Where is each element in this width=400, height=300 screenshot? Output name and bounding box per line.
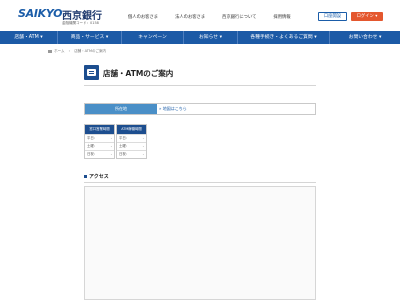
address-label: 所在地 <box>85 104 157 114</box>
atm-hours-table: ATM稼働時間 平日： - 土曜： - 日祝： - <box>116 124 147 159</box>
topnav-corporate[interactable]: 法人のお客さま <box>175 14 205 20</box>
nav-products[interactable]: 商品・サービス ▾ <box>58 31 122 44</box>
breadcrumb: ホーム › 店舗・ATMのご案内 <box>48 49 106 54</box>
bank-logo[interactable]: SAIKYO 西京銀行 金融機関コード：0158 <box>18 7 102 29</box>
logo-latin: SAIKYO <box>18 7 63 20</box>
nav-campaign[interactable]: キャンペーン <box>122 31 184 44</box>
topnav-personal[interactable]: 個人のお客さま <box>128 14 158 20</box>
breadcrumb-separator: › <box>68 49 71 53</box>
map-link[interactable]: » 地図はこちら <box>157 104 315 114</box>
counter-hours-heading: 窓口営業時間 <box>85 125 114 134</box>
logo-japanese: 西京銀行 <box>62 11 102 22</box>
access-heading: アクセス <box>84 173 109 180</box>
table-row: 土曜： - <box>85 142 114 148</box>
address-table: 所在地 » 地図はこちら <box>84 103 316 115</box>
open-account-button[interactable]: 口座開設 <box>318 12 347 21</box>
table-row: 平日： - <box>85 134 114 140</box>
table-row: 日祝： - <box>117 150 146 156</box>
atm-hours-heading: ATM稼働時間 <box>117 125 146 134</box>
store-icon <box>84 65 99 80</box>
table-row: 土曜： - <box>117 142 146 148</box>
access-heading-text: アクセス <box>89 174 109 180</box>
top-navigation: 個人のお客さま 法人のお客さま 西京銀行について 採用情報 <box>128 14 308 20</box>
table-row: 平日： - <box>117 134 146 140</box>
counter-hours-table: 窓口営業時間 平日： - 土曜： - 日祝： - <box>84 124 115 159</box>
page-title: 店舗・ATMのご案内 <box>103 69 174 78</box>
access-map[interactable] <box>84 186 316 300</box>
nav-contact[interactable]: お問い合わせ ▾ <box>330 31 400 44</box>
nav-news[interactable]: お知らせ ▾ <box>184 31 238 44</box>
breadcrumb-home[interactable]: ホーム <box>54 49 64 53</box>
bank-code: 金融機関コード：0158 <box>62 21 99 25</box>
table-row: 日祝： - <box>85 150 114 156</box>
login-button[interactable]: ログイン ▾ <box>351 12 383 21</box>
nav-procedures-faq[interactable]: 各種手続き・よくあるご質問 ▾ <box>238 31 330 44</box>
topnav-about[interactable]: 西京銀行について <box>222 14 256 20</box>
site-header: SAIKYO 西京銀行 金融機関コード：0158 個人のお客さま 法人のお客さま… <box>0 0 400 30</box>
main-navigation: 店舗・ATM ▾ 商品・サービス ▾ キャンペーン お知らせ ▾ 各種手続き・よ… <box>0 31 400 44</box>
breadcrumb-current: 店舗・ATMのご案内 <box>74 49 106 53</box>
access-divider <box>84 182 316 183</box>
nav-stores-atm[interactable]: 店舗・ATM ▾ <box>0 31 58 44</box>
title-divider <box>84 85 316 86</box>
topnav-recruit[interactable]: 採用情報 <box>273 14 290 20</box>
home-icon <box>48 49 52 53</box>
bullet-icon <box>84 175 87 178</box>
